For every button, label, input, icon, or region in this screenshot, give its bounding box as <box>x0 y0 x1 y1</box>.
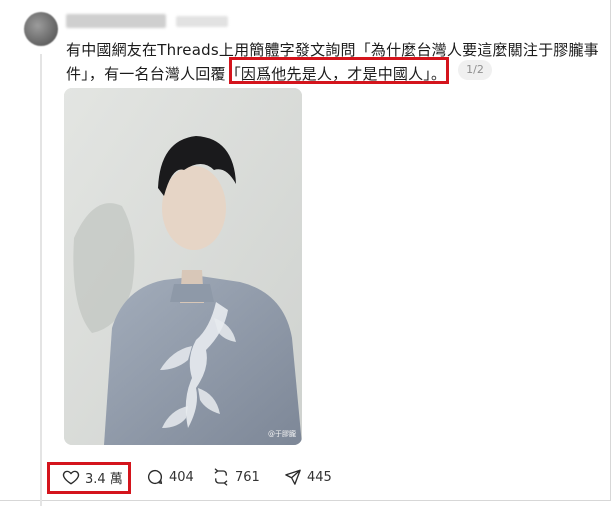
thread-line <box>40 54 42 506</box>
repost-button[interactable]: 761 <box>212 466 260 488</box>
avatar[interactable] <box>24 12 58 46</box>
comment-button[interactable]: 404 <box>146 466 194 488</box>
page-indicator[interactable]: 1/2 <box>458 60 492 80</box>
send-icon <box>285 469 301 485</box>
post-photo[interactable]: @于膠朧 <box>64 88 302 445</box>
collar <box>170 284 214 302</box>
comment-count: 404 <box>169 469 194 485</box>
username-redacted <box>66 14 166 28</box>
face <box>162 166 226 250</box>
timestamp-redacted <box>176 16 228 27</box>
share-button[interactable]: 445 <box>284 466 332 488</box>
post-text-prefix: 件」，有一名台灣人回覆 <box>66 65 226 83</box>
like-highlight-box <box>47 462 131 494</box>
share-count: 445 <box>307 469 332 485</box>
portrait-illustration <box>64 88 302 445</box>
comment-icon <box>147 469 163 485</box>
image-watermark: @于膠朧 <box>268 430 296 438</box>
repost-count: 761 <box>235 469 260 485</box>
repost-icon <box>214 468 228 486</box>
quote-highlight-box <box>229 57 449 84</box>
